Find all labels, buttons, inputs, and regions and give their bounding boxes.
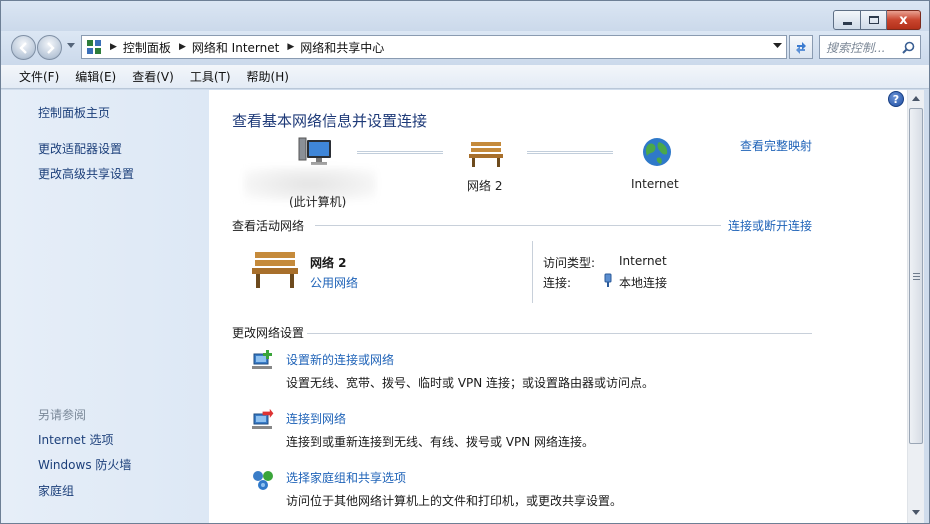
vertical-divider	[532, 241, 533, 303]
local-connection-link[interactable]: 本地连接	[619, 274, 667, 291]
close-icon: x	[899, 12, 908, 28]
ethernet-plug-icon	[604, 273, 612, 287]
main-content: ? 查看基本网络信息并设置连接 查看完整映射 (此计算机) 网络 2 Inter…	[209, 90, 907, 523]
active-networks-title: 查看活动网络	[232, 219, 305, 233]
menu-edit[interactable]: 编辑(E)	[67, 68, 124, 85]
network-type-link[interactable]: 公用网络	[310, 274, 358, 291]
forward-button[interactable]	[37, 35, 62, 60]
page-title: 查看基本网络信息并设置连接	[232, 112, 428, 130]
access-type-value: Internet	[619, 254, 667, 268]
address-dropdown-icon[interactable]	[773, 43, 782, 49]
minimize-icon	[842, 21, 852, 25]
chevron-right-icon[interactable]: ▶	[287, 42, 294, 52]
change-settings-title: 更改网络设置	[232, 326, 305, 340]
network-bench-icon	[252, 252, 298, 288]
breadcrumb-network-internet[interactable]: 网络和 Internet	[192, 39, 279, 56]
grip-icon	[913, 273, 920, 282]
connect-to-network-desc: 连接到或重新连接到无线、有线、拨号或 VPN 网络连接。	[286, 435, 595, 449]
breadcrumb-network-sharing-center[interactable]: 网络和共享中心	[300, 39, 384, 56]
navigation-bar: ▶ 控制面板 ▶ 网络和 Internet ▶ 网络和共享中心 搜索控制...	[1, 31, 929, 65]
connect-disconnect-link[interactable]: 连接或断开连接	[728, 217, 812, 234]
maximize-button[interactable]	[861, 10, 887, 30]
this-computer-label: (此计算机)	[289, 195, 347, 209]
access-type-label: 访问类型:	[543, 256, 596, 270]
caption-buttons: x	[833, 10, 921, 30]
chevron-right-icon[interactable]: ▶	[179, 42, 186, 52]
setup-new-connection-link[interactable]: 设置新的连接或网络	[286, 351, 394, 368]
back-button[interactable]	[11, 35, 36, 60]
globe-icon[interactable]	[641, 136, 673, 168]
menu-tools[interactable]: 工具(T)	[182, 68, 239, 85]
homegroup-sharing-icon	[253, 471, 273, 490]
chevron-right-icon[interactable]: ▶	[110, 42, 117, 52]
address-bar[interactable]: ▶ 控制面板 ▶ 网络和 Internet ▶ 网络和共享中心	[81, 35, 787, 59]
search-icon[interactable]	[902, 41, 915, 54]
menu-file[interactable]: 文件(F)	[11, 68, 67, 85]
see-also-heading: 另请参阅	[38, 408, 87, 422]
sidebar-item-internet-options[interactable]: Internet 选项	[38, 431, 113, 448]
vertical-scrollbar[interactable]	[907, 90, 924, 523]
menu-help[interactable]: 帮助(H)	[239, 68, 297, 85]
connect-network-icon	[252, 408, 274, 429]
sidebar-item-control-panel-home[interactable]: 控制面板主页	[38, 104, 110, 121]
homegroup-sharing-desc: 访问位于其他网络计算机上的文件和打印机，或更改共享设置。	[286, 494, 623, 508]
homegroup-sharing-link[interactable]: 选择家庭组和共享选项	[286, 469, 406, 486]
sidebar-item-homegroup[interactable]: 家庭组	[38, 482, 74, 499]
map-network-label: 网络 2	[467, 179, 503, 193]
sidebar-item-change-adapter-settings[interactable]: 更改适配器设置	[38, 140, 122, 157]
forward-arrow-icon	[46, 41, 55, 54]
connection-label: 连接:	[543, 276, 572, 290]
scroll-down-icon[interactable]	[912, 510, 920, 516]
recent-pages-dropdown[interactable]	[67, 43, 75, 49]
control-panel-icon	[87, 40, 101, 54]
refresh-button[interactable]	[789, 35, 813, 59]
sidebar-item-windows-firewall[interactable]: Windows 防火墙	[38, 456, 131, 473]
help-icon[interactable]: ?	[888, 91, 904, 107]
back-arrow-icon	[18, 41, 27, 54]
new-connection-icon	[252, 350, 272, 369]
maximize-icon	[868, 16, 879, 24]
scroll-up-icon[interactable]	[912, 95, 920, 101]
breadcrumb-control-panel[interactable]: 控制面板	[123, 39, 171, 56]
scrollbar-thumb[interactable]	[909, 108, 923, 444]
close-button[interactable]: x	[887, 10, 921, 30]
view-full-map-link[interactable]: 查看完整映射	[740, 137, 812, 154]
network-bench-icon[interactable]	[467, 138, 505, 168]
map-connection-line	[527, 151, 613, 154]
search-input[interactable]: 搜索控制...	[820, 39, 902, 56]
setup-new-connection-desc: 设置无线、宽带、拨号、临时或 VPN 连接；或设置路由器或访问点。	[286, 376, 655, 390]
window: x ▶ 控制面板 ▶ 网络和 Internet ▶ 网络和共享中心 搜索控制..…	[0, 0, 930, 524]
computer-icon[interactable]	[297, 136, 333, 168]
menu-view[interactable]: 查看(V)	[124, 68, 182, 85]
connect-to-network-link[interactable]: 连接到网络	[286, 410, 346, 427]
minimize-button[interactable]	[833, 10, 861, 30]
left-pane: 控制面板主页 更改适配器设置 更改高级共享设置 另请参阅 Internet 选项…	[1, 90, 209, 523]
refresh-icon	[796, 42, 806, 54]
sidebar-item-change-advanced-sharing[interactable]: 更改高级共享设置	[38, 165, 134, 182]
menu-bar: 文件(F) 编辑(E) 查看(V) 工具(T) 帮助(H)	[1, 65, 929, 89]
section-divider	[315, 225, 721, 226]
map-connection-line	[357, 151, 443, 154]
title-bar: x	[1, 1, 929, 33]
active-network-name: 网络 2	[310, 256, 347, 270]
search-box[interactable]: 搜索控制...	[819, 35, 921, 59]
map-internet-label: Internet	[631, 177, 679, 191]
section-divider	[307, 333, 812, 334]
